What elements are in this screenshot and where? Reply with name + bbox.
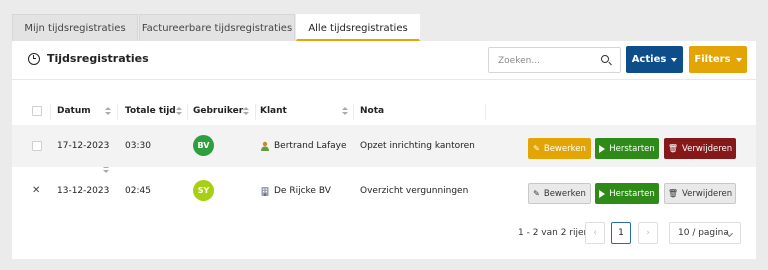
trash-icon: 🗑	[667, 144, 679, 153]
delete-button[interactable]: 🗑 Verwijderen	[664, 183, 736, 204]
filters-label: Filters	[694, 54, 731, 65]
cell-totale-tijd: 02:45	[125, 186, 151, 196]
column-header-nota[interactable]: Nota	[360, 99, 384, 124]
edit-button[interactable]: ✎ Bewerken	[528, 138, 591, 159]
page-button-current[interactable]: 1	[611, 222, 631, 244]
divider	[12, 79, 756, 80]
tab-bar: Mijn tijdsregistraties Factureerbare tij…	[12, 14, 421, 41]
pencil-icon: ✎	[533, 144, 540, 153]
restart-button[interactable]: Herstarten	[595, 183, 659, 204]
tab-mijn-tijdsregistraties[interactable]: Mijn tijdsregistraties	[12, 14, 138, 41]
column-header-totale-tijd[interactable]: Totale tijd	[125, 99, 176, 124]
play-icon	[599, 144, 606, 153]
cell-nota: Opzet inrichting kantoren	[360, 141, 475, 151]
edit-button[interactable]: ✎ Bewerken	[528, 183, 591, 204]
chevron-left-icon: ‹	[593, 228, 597, 238]
delete-button[interactable]: 🗑 Verwijderen	[664, 138, 736, 159]
close-icon[interactable]: ✕	[32, 170, 40, 212]
column-separator	[50, 104, 51, 120]
column-label: Gebruiker	[193, 106, 244, 116]
table-row[interactable]: 17-12-2023 03:30 BV Bertrand Lafaye Opze…	[12, 125, 756, 167]
acties-label: Acties	[631, 54, 667, 65]
tab-alle-tijdsregistraties[interactable]: Alle tijdsregistraties	[296, 14, 420, 41]
play-icon	[599, 189, 606, 198]
building-icon	[261, 187, 269, 196]
column-label: Nota	[360, 106, 385, 116]
column-separator	[353, 104, 354, 120]
restart-button[interactable]: Herstarten	[595, 138, 659, 159]
column-header-gebruiker[interactable]: Gebruiker	[193, 99, 243, 124]
cell-klant: Bertrand Lafaye	[260, 125, 347, 167]
column-separator	[117, 104, 118, 120]
pagination-info: 1 - 2 van 2 rijen	[518, 228, 590, 238]
cell-datum: 13-12-2023	[57, 186, 110, 196]
edit-label: Bewerken	[543, 188, 586, 199]
search-box	[488, 47, 621, 73]
page-title-label: Tijdsregistraties	[47, 52, 149, 65]
chevron-right-icon: ›	[646, 228, 650, 238]
chevron-down-icon	[671, 57, 678, 62]
column-label: Klant	[260, 106, 287, 116]
column-label: Datum	[57, 106, 91, 116]
row-checkbox[interactable]	[32, 141, 42, 151]
column-separator	[255, 104, 256, 120]
cell-datum: 17-12-2023	[57, 141, 110, 151]
search-icon[interactable]	[601, 55, 609, 63]
clock-icon	[28, 52, 40, 65]
filters-button[interactable]: Filters	[689, 46, 747, 73]
cell-totale-tijd: 03:30	[125, 141, 151, 151]
acties-button[interactable]: Acties	[626, 46, 683, 73]
restart-label: Herstarten	[609, 188, 655, 199]
column-header-datum[interactable]: Datum	[57, 99, 91, 124]
cell-klant: De Rijcke BV	[260, 170, 331, 212]
chevron-down-icon	[735, 57, 742, 62]
column-separator	[187, 104, 188, 120]
select-all-checkbox[interactable]	[32, 106, 42, 116]
per-page-select[interactable]: 10 / pagina	[669, 222, 741, 244]
search-input[interactable]	[489, 49, 593, 73]
cell-nota: Overzicht vergunningen	[360, 186, 469, 196]
tab-factureerbare-tijdsregistraties[interactable]: Factureerbare tijdsregistraties	[139, 14, 295, 41]
trash-icon: 🗑	[667, 189, 679, 198]
per-page-value: 10 / pagina	[678, 228, 729, 238]
person-icon	[261, 141, 269, 151]
main-panel: Tijdsregistraties Acties Filters Datum T…	[12, 41, 756, 259]
table-header: Datum Totale tijd Gebruiker Klant Nota	[12, 99, 756, 173]
column-header-klant[interactable]: Klant	[260, 99, 287, 124]
column-separator	[485, 104, 486, 120]
pencil-icon: ✎	[533, 189, 540, 198]
avatar: BV	[193, 135, 214, 156]
klant-name: De Rijcke BV	[274, 186, 331, 196]
edit-label: Bewerken	[543, 143, 586, 154]
delete-label: Verwijderen	[682, 143, 733, 154]
next-page-button[interactable]: ›	[638, 222, 658, 244]
delete-label: Verwijderen	[682, 188, 733, 199]
page-title: Tijdsregistraties	[28, 52, 149, 65]
restart-label: Herstarten	[609, 143, 655, 154]
prev-page-button[interactable]: ‹	[585, 222, 605, 244]
column-label: Totale tijd	[125, 106, 176, 116]
avatar: SY	[193, 180, 214, 201]
table-row[interactable]: ✕ 13-12-2023 02:45 SY De Rijcke BV Overz…	[12, 170, 756, 212]
klant-name: Bertrand Lafaye	[274, 141, 347, 151]
